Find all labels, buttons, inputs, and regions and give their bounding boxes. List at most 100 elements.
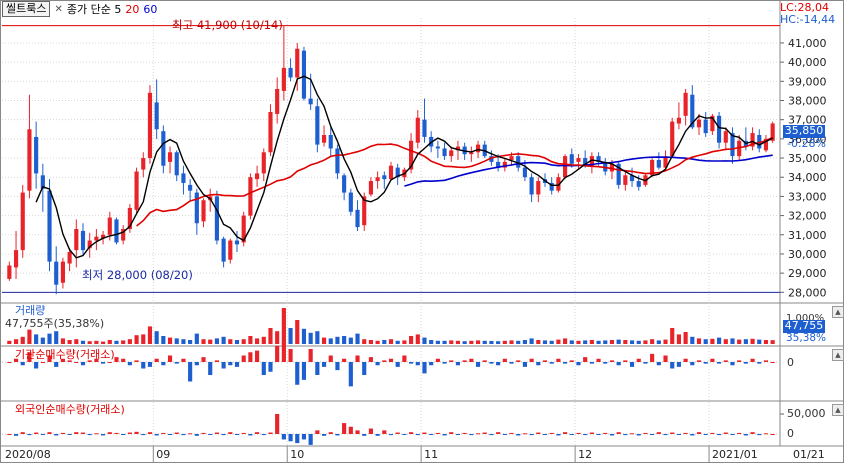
volume-bar — [690, 336, 695, 344]
institution-bar — [536, 362, 541, 366]
foreign-bar — [563, 432, 568, 434]
low-annotation: 최저 28,000 (08/20) — [82, 268, 193, 282]
candle-body — [342, 175, 347, 193]
volume-bar — [462, 341, 467, 344]
institution-bar — [737, 360, 742, 362]
volume-bar — [348, 337, 353, 344]
volume-bar — [101, 341, 106, 344]
foreign-bar — [234, 434, 240, 435]
price-tick-label: 33,000 — [788, 190, 827, 203]
institution-bar — [20, 362, 25, 366]
foreign-bar — [489, 434, 494, 436]
candle-body — [47, 190, 52, 262]
foreign-bar — [415, 434, 420, 436]
candle-body — [194, 192, 199, 224]
institution-bar — [348, 362, 353, 387]
volume-bar — [275, 331, 280, 344]
foreign-bar — [576, 432, 581, 434]
institution-bar — [703, 362, 708, 364]
institution-bar — [763, 360, 769, 362]
volume-bar — [509, 340, 514, 344]
volume-bar — [368, 340, 373, 344]
institution-bar — [435, 358, 440, 362]
institution-bar — [114, 357, 119, 362]
candle-body — [201, 200, 206, 222]
candle-body — [415, 117, 420, 143]
foreign-bar — [295, 434, 300, 444]
foreign-bar — [717, 434, 722, 436]
institution-bar — [717, 362, 722, 364]
date-tick-label: 01/21 — [793, 448, 825, 461]
volume-bar — [221, 336, 226, 344]
candle-body — [13, 250, 19, 268]
price-tick-label: 34,000 — [788, 171, 827, 184]
hc-readout: HC:-14,44 — [780, 13, 836, 26]
scroll-foreign-button[interactable]: ▲ — [832, 404, 844, 416]
volume-bar — [596, 340, 601, 344]
volume-bar — [683, 332, 688, 344]
volume-bar — [114, 340, 119, 344]
volume-bar — [154, 331, 159, 344]
volume-bar — [422, 337, 427, 344]
candle-body — [368, 181, 373, 195]
institution-bar — [643, 362, 648, 364]
foreign-bar — [643, 432, 648, 434]
institution-bar — [442, 362, 447, 364]
institution-bar — [101, 362, 106, 364]
foreign-bar — [7, 434, 12, 435]
institution-bar — [402, 355, 407, 362]
candle-body — [670, 121, 675, 157]
institution-bar — [429, 362, 434, 366]
high-annotation: 최고 41,900 (10/14) — [172, 18, 283, 32]
foreign-bar — [402, 434, 407, 435]
institution-bar — [603, 362, 608, 364]
candle-body — [27, 129, 32, 191]
institution-bar — [482, 360, 487, 362]
volume-bar — [7, 340, 12, 344]
volume-bar — [583, 340, 588, 344]
volume-bar — [315, 331, 320, 344]
volume-bar — [121, 340, 126, 344]
legend-settings-button[interactable]: 씰트룩스 — [2, 1, 51, 17]
foreign-bar — [710, 432, 715, 434]
candle-body — [268, 112, 273, 153]
volume-bar — [342, 336, 347, 344]
institution-bar — [516, 360, 521, 362]
volume-bar — [362, 339, 367, 344]
volume-bar — [107, 340, 112, 344]
close-icon[interactable]: ✕ — [54, 4, 62, 15]
volume-bar — [214, 338, 219, 344]
institution-bar — [308, 349, 313, 362]
volume-bar — [629, 340, 635, 344]
foreign-bar — [623, 434, 628, 436]
foreign-bar — [328, 432, 333, 434]
candle-body — [261, 152, 266, 174]
foreign-bar — [355, 430, 360, 434]
institution-bar — [415, 362, 420, 366]
institution-bar — [107, 362, 112, 363]
volume-value: 47,755주(35,38%) — [5, 317, 105, 330]
scroll-down-button[interactable]: ▲ — [832, 349, 844, 361]
scroll-up-button[interactable]: ▲ — [832, 306, 844, 318]
foreign-bar — [121, 434, 126, 435]
foreign-bar — [188, 433, 193, 435]
institution-bar — [181, 358, 186, 362]
volume-bar — [147, 326, 153, 344]
foreign-bar — [569, 434, 574, 435]
foreign-bar — [770, 434, 775, 435]
foreign-bar — [663, 434, 668, 436]
institution-bar — [563, 362, 568, 364]
volume-bar — [34, 334, 39, 344]
foreign-bar — [80, 432, 86, 434]
price-tick-label: 39,000 — [788, 75, 827, 88]
candle-body — [676, 117, 681, 124]
volume-bar — [335, 336, 340, 344]
candle-body — [536, 181, 541, 195]
volume-bar — [255, 338, 260, 344]
candle-body — [154, 102, 159, 130]
candle-body — [355, 209, 360, 228]
candle-body — [94, 236, 99, 241]
institution-bar — [422, 362, 427, 374]
foreign-bar — [321, 434, 327, 436]
foreign-bar — [174, 432, 179, 434]
